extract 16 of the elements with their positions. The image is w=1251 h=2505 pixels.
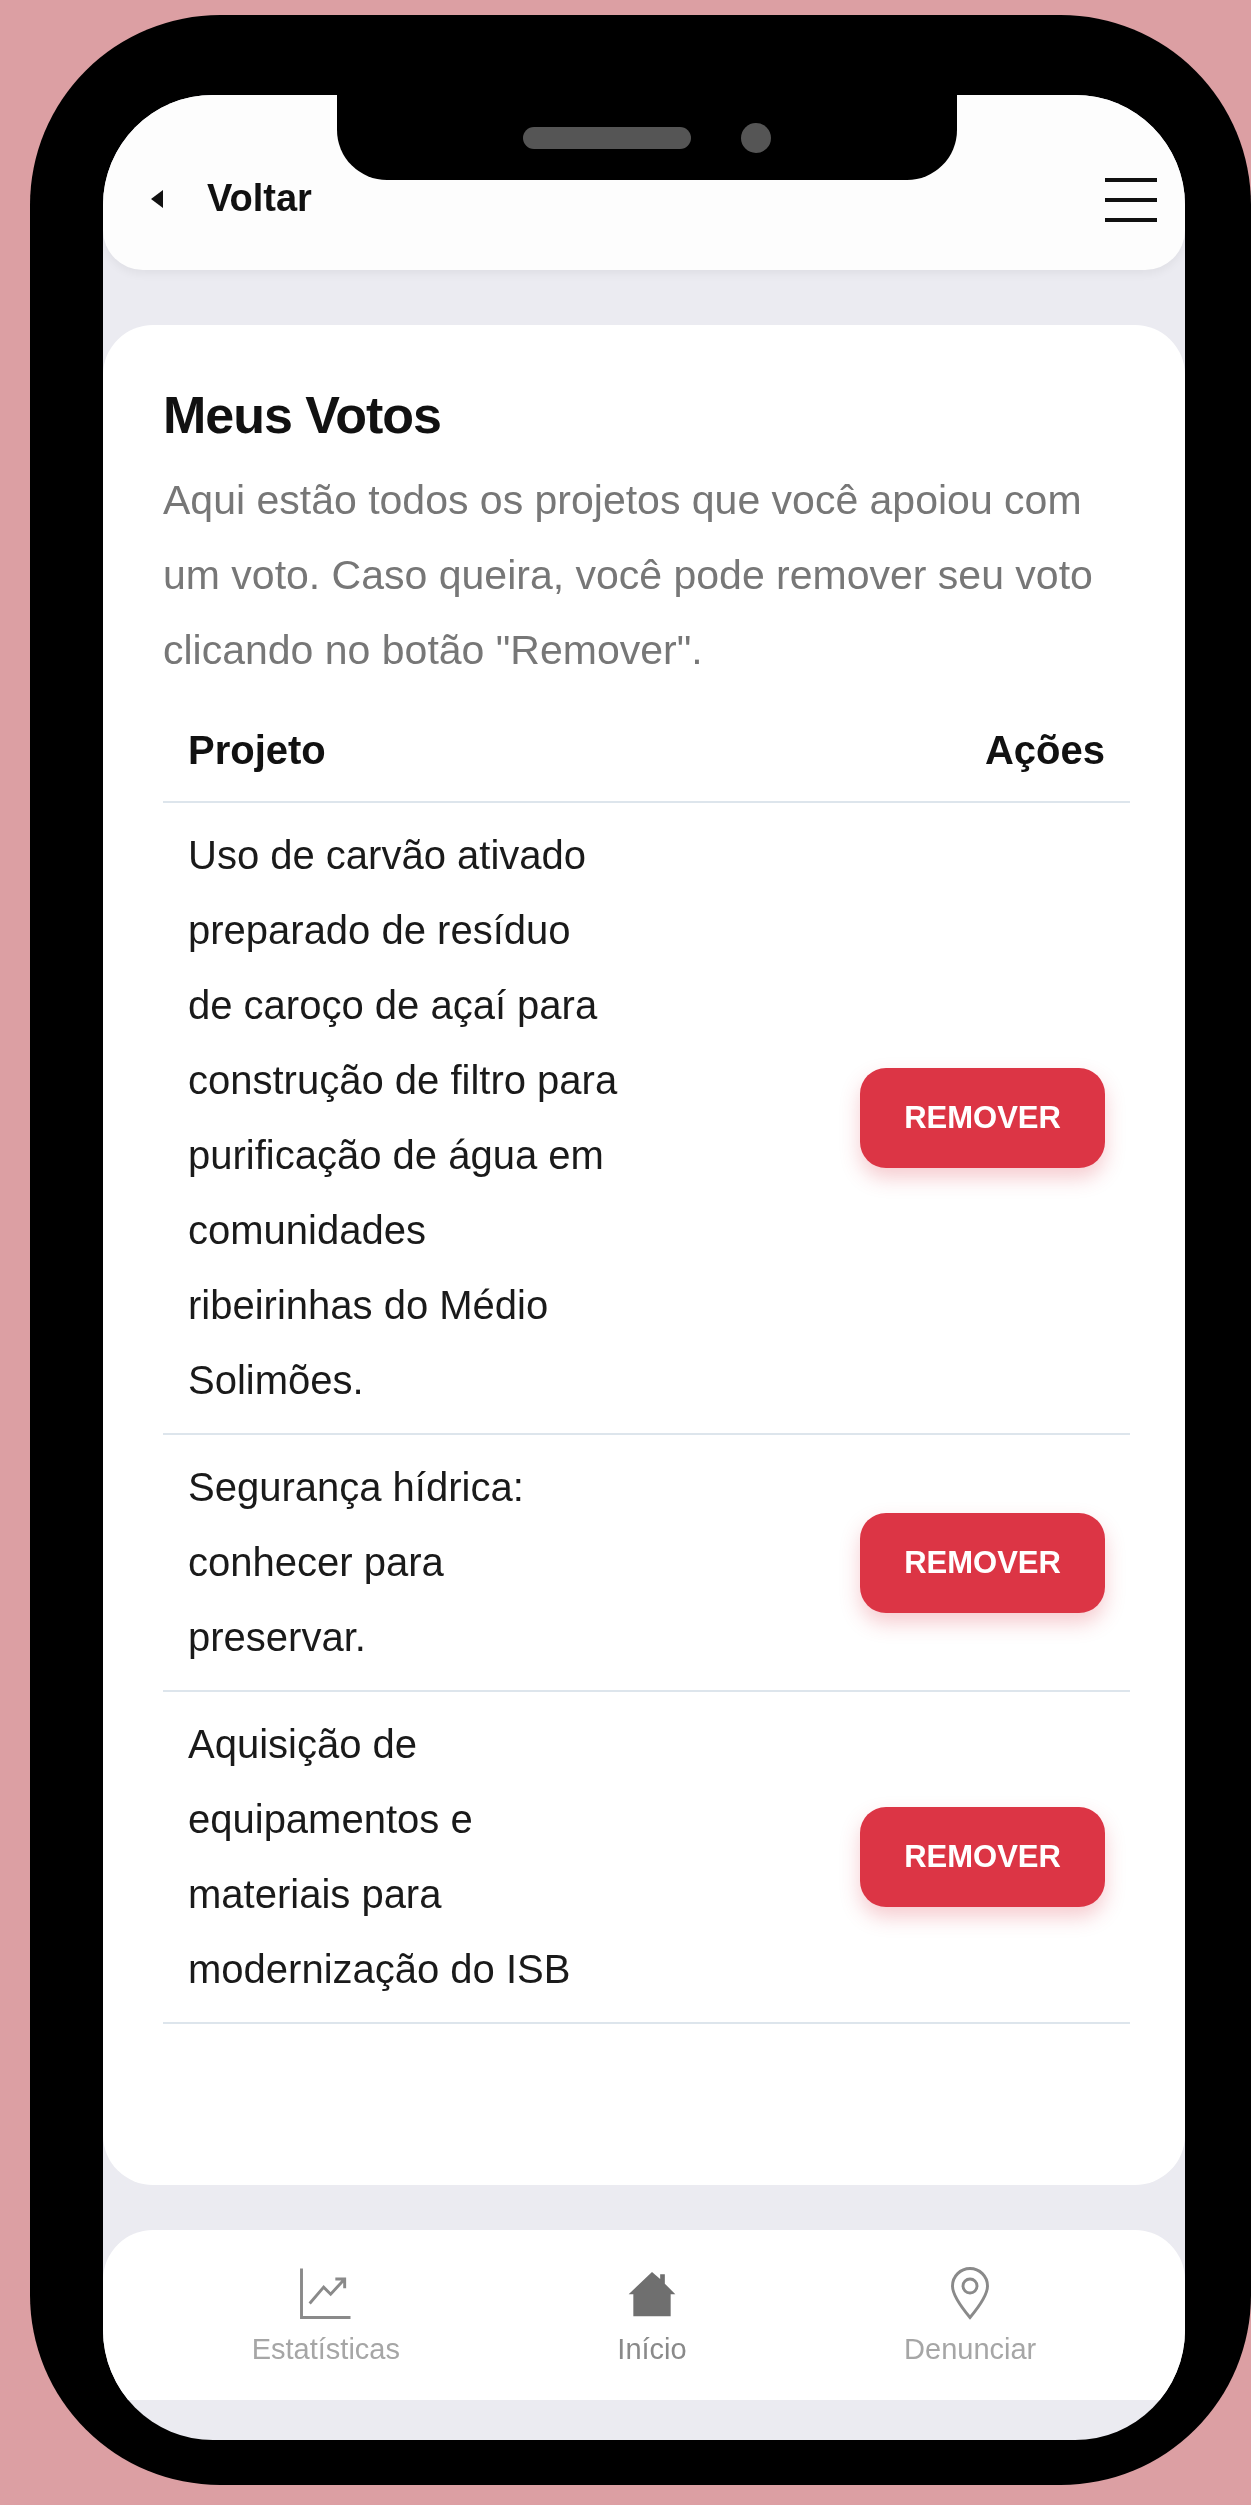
project-name: Segurança hídrica: conhecer para preservar. bbox=[188, 1464, 525, 1661]
project-name: Uso de carvão ativado preparado de resíduo de caroço de açaí para construção de filtro para purificação de água em comunidades ribeirinhas do Médio Solimões. bbox=[188, 832, 618, 1404]
nav-item[interactable]: Estatísticas bbox=[251, 2264, 400, 2366]
remove-button[interactable]: REMOVER bbox=[860, 1068, 1105, 1168]
page-title: Meus Votos bbox=[163, 385, 442, 445]
back-arrow-icon bbox=[151, 189, 163, 208]
remove-button[interactable]: REMOVER bbox=[860, 1807, 1105, 1907]
menu-icon[interactable] bbox=[1105, 178, 1157, 222]
project-name: Aquisição de equipamentos e materiais para modernização do ISB bbox=[188, 1721, 572, 1993]
column-header: Projeto bbox=[188, 728, 326, 773]
nav-item[interactable]: Início bbox=[617, 2264, 687, 2366]
page-description: Aqui estão todos os projetos que você apoiou com um voto. Caso queira, você pode remover seu voto clicando no botão "Remover". bbox=[163, 476, 1094, 675]
nav-item[interactable]: Denunciar bbox=[904, 2264, 1037, 2366]
remove-button[interactable]: REMOVER bbox=[860, 1512, 1105, 1613]
back-link[interactable]: Voltar bbox=[151, 177, 312, 220]
column-header: Ações bbox=[984, 728, 1105, 773]
